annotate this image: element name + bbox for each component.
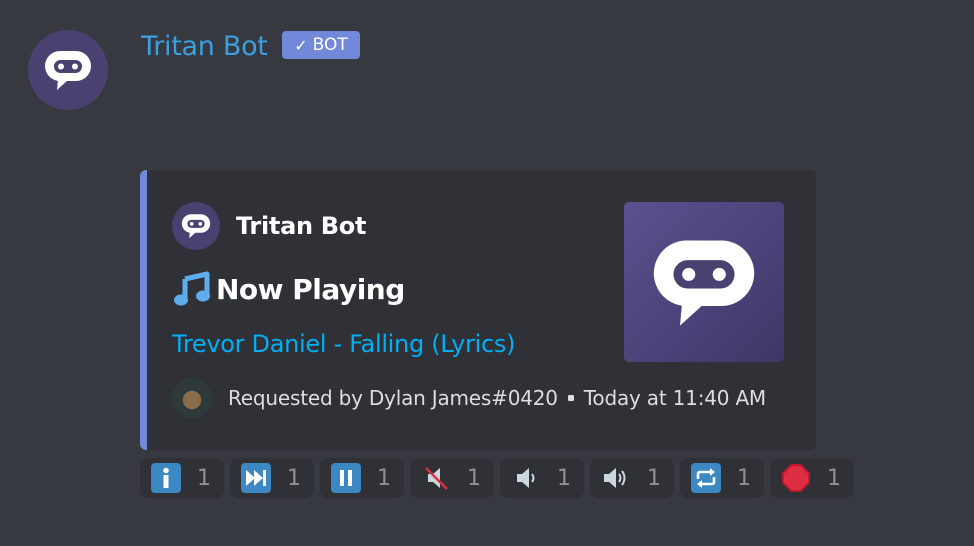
reaction-count: 1 (467, 465, 481, 491)
reaction-count: 1 (377, 465, 391, 491)
volume-down-icon (511, 463, 541, 493)
embed-author-name: Tritan Bot (236, 212, 367, 240)
verified-check-icon: ✓ (294, 35, 308, 55)
track-link[interactable]: Trevor Daniel - Falling (Lyrics) (172, 327, 515, 361)
reaction-info[interactable]: 1 (140, 458, 224, 498)
pause-icon (331, 463, 361, 493)
reaction-stop[interactable]: 1 (770, 458, 854, 498)
bot-logo-icon (653, 240, 755, 326)
footer-requested-by: Requested by Dylan James#0420 (228, 386, 558, 410)
bot-badge-label: BOT (312, 35, 348, 55)
message-author-name[interactable]: Tritan Bot (141, 30, 268, 64)
reaction-count: 1 (737, 465, 751, 491)
now-playing-embed: Tritan Bot Now Playing Trevor Daniel - F… (140, 170, 816, 450)
embed-title-text: Now Playing (216, 272, 405, 306)
mute-icon (421, 463, 451, 493)
bot-avatar[interactable] (28, 30, 108, 110)
reaction-mute[interactable]: 1 (410, 458, 494, 498)
reaction-volume-down[interactable]: 1 (500, 458, 584, 498)
reaction-volume-up[interactable]: 1 (590, 458, 674, 498)
reaction-bar: 1 1 1 1 1 1 1 1 (140, 458, 854, 498)
volume-up-icon (601, 463, 631, 493)
reaction-count: 1 (197, 465, 211, 491)
info-icon (151, 463, 181, 493)
bot-logo-icon (181, 214, 211, 239)
embed-footer: Requested by Dylan James#0420 Today at 1… (172, 378, 766, 418)
bot-logo-icon (45, 51, 91, 90)
footer-timestamp: Today at 11:40 AM (583, 386, 766, 410)
bot-badge: ✓ BOT (282, 31, 360, 59)
embed-title: Now Playing (172, 270, 405, 308)
embed-author-icon (172, 202, 220, 250)
reaction-next-track[interactable]: 1 (230, 458, 314, 498)
next-track-icon (241, 463, 271, 493)
reaction-count: 1 (827, 465, 841, 491)
footer-separator (567, 395, 574, 401)
embed-thumbnail[interactable] (624, 202, 784, 362)
reaction-count: 1 (287, 465, 301, 491)
stop-sign-icon (781, 463, 811, 493)
repeat-icon (691, 463, 721, 493)
reaction-count: 1 (557, 465, 571, 491)
requester-avatar (172, 378, 212, 418)
musical-note-icon (172, 270, 212, 308)
embed-accent-bar (140, 170, 147, 450)
reaction-repeat[interactable]: 1 (680, 458, 764, 498)
reaction-count: 1 (647, 465, 661, 491)
reaction-pause[interactable]: 1 (320, 458, 404, 498)
